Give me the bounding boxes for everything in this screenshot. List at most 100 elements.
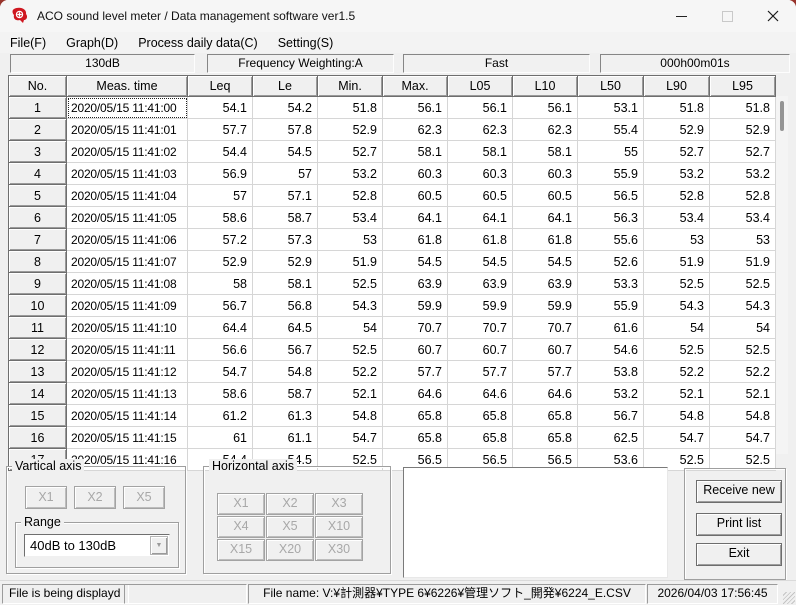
value-cell[interactable]: 65.8 [382,404,448,427]
value-cell[interactable]: 54 [709,316,776,339]
minimize-button[interactable] [658,0,704,32]
value-cell[interactable]: 53.3 [577,272,644,295]
value-cell[interactable]: 52.7 [317,140,383,163]
value-cell[interactable]: 60.3 [382,162,448,185]
value-cell[interactable]: 55.9 [577,294,644,317]
col-header-l95[interactable]: L95 [709,75,776,97]
value-cell[interactable]: 65.8 [447,404,513,427]
value-cell[interactable]: 58.1 [512,140,578,163]
value-cell[interactable]: 57.3 [252,228,318,251]
value-cell[interactable]: 54.6 [577,338,644,361]
value-cell[interactable]: 52.9 [187,250,253,273]
value-cell[interactable]: 64.6 [382,382,448,405]
value-cell[interactable]: 60.5 [382,184,448,207]
value-cell[interactable]: 64.1 [382,206,448,229]
value-cell[interactable]: 60.7 [512,338,578,361]
value-cell[interactable]: 52.5 [643,338,710,361]
row-header[interactable]: 3 [8,140,67,163]
value-cell[interactable]: 54.5 [382,250,448,273]
value-cell[interactable]: 56.7 [187,294,253,317]
row-header[interactable]: 1 [8,96,67,119]
value-cell[interactable]: 61.8 [447,228,513,251]
value-cell[interactable]: 54.5 [512,250,578,273]
value-cell[interactable]: 53.4 [317,206,383,229]
value-cell[interactable]: 62.5 [577,426,644,449]
value-cell[interactable]: 58 [187,272,253,295]
value-cell[interactable]: 52.2 [709,360,776,383]
value-cell[interactable]: 60.5 [447,184,513,207]
row-header[interactable]: 9 [8,272,67,295]
value-cell[interactable]: 62.3 [447,118,513,141]
value-cell[interactable]: 63.9 [512,272,578,295]
menu-setting[interactable]: Setting(S) [268,36,344,50]
value-cell[interactable]: 64.1 [512,206,578,229]
col-header-leq[interactable]: Leq [187,75,253,97]
value-cell[interactable]: 51.9 [643,250,710,273]
value-cell[interactable]: 65.8 [512,426,578,449]
col-header-min[interactable]: Min. [317,75,383,97]
table-scrollbar[interactable] [776,96,788,454]
value-cell[interactable]: 52.9 [317,118,383,141]
scrollbar-thumb[interactable] [780,101,784,131]
value-cell[interactable]: 70.7 [382,316,448,339]
value-cell[interactable]: 51.9 [709,250,776,273]
value-cell[interactable]: 56.5 [577,184,644,207]
value-cell[interactable]: 64.1 [447,206,513,229]
value-cell[interactable]: 54.8 [317,404,383,427]
value-cell[interactable]: 56.1 [447,96,513,119]
meas-time-cell[interactable]: 2020/05/15 11:41:05 [66,206,188,229]
value-cell[interactable]: 52.8 [317,184,383,207]
value-cell[interactable]: 54.2 [252,96,318,119]
value-cell[interactable]: 61.1 [252,426,318,449]
meas-time-cell[interactable]: 2020/05/15 11:41:02 [66,140,188,163]
row-header[interactable]: 14 [8,382,67,405]
value-cell[interactable]: 61.8 [382,228,448,251]
value-cell[interactable]: 51.8 [317,96,383,119]
value-cell[interactable]: 70.7 [512,316,578,339]
meas-time-cell[interactable]: 2020/05/15 11:41:14 [66,404,188,427]
value-cell[interactable]: 55.6 [577,228,644,251]
value-cell[interactable]: 54.7 [643,426,710,449]
value-cell[interactable]: 64.6 [447,382,513,405]
value-cell[interactable]: 53.2 [577,382,644,405]
value-cell[interactable]: 53 [709,228,776,251]
row-header[interactable]: 15 [8,404,67,427]
value-cell[interactable]: 54.5 [447,250,513,273]
value-cell[interactable]: 64.5 [252,316,318,339]
exit-button[interactable]: Exit [696,543,782,566]
col-header-max[interactable]: Max. [382,75,448,97]
value-cell[interactable]: 56.1 [512,96,578,119]
value-cell[interactable]: 52.9 [252,250,318,273]
value-cell[interactable]: 53.4 [643,206,710,229]
value-cell[interactable]: 59.9 [447,294,513,317]
value-cell[interactable]: 61.6 [577,316,644,339]
value-cell[interactable]: 58.1 [382,140,448,163]
value-cell[interactable]: 52.1 [643,382,710,405]
meas-time-cell[interactable]: 2020/05/15 11:41:10 [66,316,188,339]
value-cell[interactable]: 57.7 [512,360,578,383]
value-cell[interactable]: 56.3 [577,206,644,229]
menu-file[interactable]: File(F) [0,36,56,50]
value-cell[interactable]: 52.5 [317,338,383,361]
value-cell[interactable]: 57.7 [187,118,253,141]
meas-time-cell[interactable]: 2020/05/15 11:41:11 [66,338,188,361]
value-cell[interactable]: 56.6 [187,338,253,361]
value-cell[interactable]: 54.4 [187,140,253,163]
value-cell[interactable]: 57.7 [382,360,448,383]
value-cell[interactable]: 60.3 [447,162,513,185]
value-cell[interactable]: 52.9 [709,118,776,141]
value-cell[interactable]: 52.5 [709,338,776,361]
meas-time-cell[interactable]: 2020/05/15 11:41:03 [66,162,188,185]
meas-time-cell[interactable]: 2020/05/15 11:41:15 [66,426,188,449]
meas-time-cell[interactable]: 2020/05/15 11:41:06 [66,228,188,251]
value-cell[interactable]: 52.5 [317,272,383,295]
value-cell[interactable]: 64.6 [512,382,578,405]
row-header[interactable]: 4 [8,162,67,185]
value-cell[interactable]: 55.4 [577,118,644,141]
meas-time-cell[interactable]: 2020/05/15 11:41:13 [66,382,188,405]
value-cell[interactable]: 53.8 [577,360,644,383]
value-cell[interactable]: 60.7 [447,338,513,361]
range-combobox[interactable]: 40dB to 130dB ▼ [24,534,170,557]
value-cell[interactable]: 52.1 [317,382,383,405]
message-listbox[interactable] [403,467,668,578]
